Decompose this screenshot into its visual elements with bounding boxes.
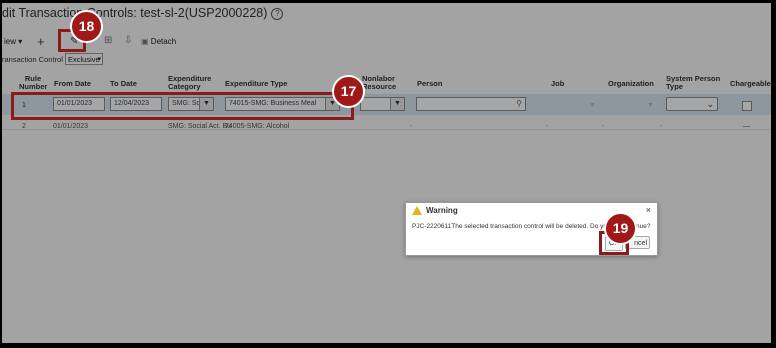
step-19-badge: 19	[604, 212, 637, 245]
dialog-title: Warning	[426, 206, 458, 215]
step-18-badge: 18	[70, 10, 103, 43]
modal-overlay	[2, 3, 771, 343]
callout-row-highlight	[11, 92, 354, 120]
close-icon[interactable]: ×	[646, 205, 651, 215]
screen-frame: dit Transaction Controls: test-sl-2(USP2…	[2, 3, 771, 343]
warning-icon	[412, 206, 422, 215]
dialog-message-tail: nue?	[636, 223, 651, 230]
step-17-badge: 17	[332, 75, 365, 108]
dialog-message: PJC-2220611The selected transaction cont…	[412, 223, 607, 230]
